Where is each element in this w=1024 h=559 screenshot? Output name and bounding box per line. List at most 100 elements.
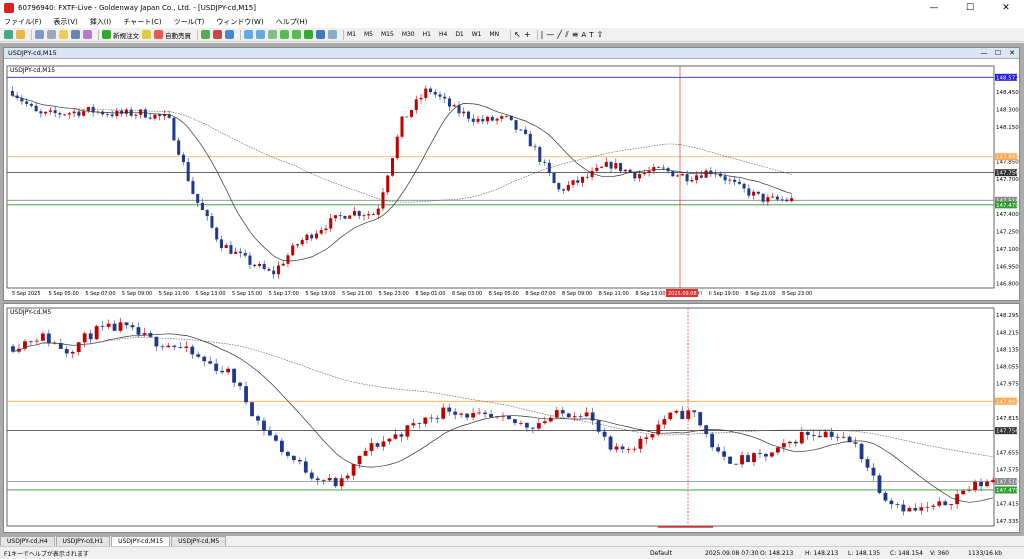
- label-tool[interactable]: T: [589, 31, 593, 39]
- time-axis-label: 8 Sep 05:00: [489, 291, 519, 297]
- terminal-button[interactable]: [71, 30, 80, 39]
- meta-editor-button[interactable]: [142, 30, 151, 39]
- chart-window-m5[interactable]: USDJPY-cd,M5 148.295 148.215 148.135 148.055…: [3, 303, 1020, 533]
- chart-shift-button[interactable]: [292, 30, 301, 39]
- candle-body: [674, 410, 679, 413]
- candle-body: [483, 412, 487, 415]
- zoom-in-button[interactable]: [244, 30, 253, 39]
- chart-window-m15[interactable]: USDJPY-cd,M15 — ☐ ✕ USDJPY-cd,M15 148.577…: [3, 47, 1020, 301]
- candle-body: [63, 114, 67, 116]
- candle-body: [205, 210, 209, 217]
- horizontal-line-tool[interactable]: —: [546, 30, 554, 39]
- menu-view[interactable]: 表示(V): [54, 17, 78, 27]
- candle-body: [560, 410, 565, 414]
- indicators-button[interactable]: [304, 30, 313, 39]
- price-axis-label: 148.295: [996, 313, 1019, 319]
- candle-body: [566, 413, 571, 418]
- navigator-button[interactable]: [59, 30, 68, 39]
- candle-body: [268, 430, 272, 436]
- crosshair-tool[interactable]: +: [524, 30, 531, 39]
- line-chart-button[interactable]: [225, 30, 234, 39]
- candle-body: [787, 441, 792, 444]
- timeframe-mn[interactable]: MN: [490, 31, 500, 38]
- auto-scroll-button[interactable]: [280, 30, 289, 39]
- templates-button[interactable]: [328, 30, 337, 39]
- timeframe-w1[interactable]: W1: [472, 31, 482, 38]
- timeframe-m1[interactable]: M1: [347, 31, 356, 38]
- data-window-button[interactable]: [47, 30, 56, 39]
- fibonacci-tool[interactable]: ≡: [572, 30, 579, 39]
- menu-tools[interactable]: ツール(T): [174, 17, 205, 27]
- price-axis-label: 147.815: [996, 416, 1019, 422]
- toolbar-separator: [31, 29, 32, 40]
- candle-body: [562, 189, 566, 191]
- candle-body: [433, 92, 437, 95]
- chart-close-button[interactable]: ✕: [1005, 49, 1019, 57]
- text-tool[interactable]: A: [581, 31, 586, 39]
- price-chart-m15[interactable]: USDJPY-cd,M15 148.577 148.450 148.300 148.15…: [4, 60, 1019, 300]
- candle-body: [590, 170, 594, 178]
- tab-m5[interactable]: USDJPY-cd,M5: [171, 536, 227, 546]
- timeframe-d1[interactable]: D1: [455, 31, 463, 38]
- new-order-button[interactable]: 新規注文: [102, 30, 139, 40]
- new-order-label: 新規注文: [113, 31, 139, 40]
- candle-body: [387, 438, 392, 442]
- menu-chart[interactable]: チャート(C): [123, 17, 161, 27]
- candle-body: [229, 245, 233, 254]
- chart-workspace: USDJPY-cd,M15 — ☐ ✕ USDJPY-cd,M15 148.577…: [0, 43, 1024, 536]
- market-watch-button[interactable]: [35, 30, 44, 39]
- chart-window-titlebar[interactable]: USDJPY-cd,M15 — ☐ ✕: [4, 48, 1019, 59]
- minimize-button[interactable]: —: [916, 0, 952, 16]
- candle-body: [257, 263, 261, 266]
- candle-body: [100, 326, 105, 327]
- timeframe-m15[interactable]: M15: [381, 31, 394, 38]
- tile-windows-button[interactable]: [268, 30, 277, 39]
- timeframe-m30[interactable]: M30: [402, 31, 415, 38]
- candle-body: [160, 346, 165, 348]
- auto-trade-button[interactable]: 自動売買: [154, 30, 191, 40]
- timeframe-m5[interactable]: M5: [364, 31, 373, 38]
- status-high: H: 148.213: [805, 549, 839, 557]
- candle-body: [70, 351, 75, 354]
- trendline-tool[interactable]: ╱: [557, 30, 562, 39]
- time-axis-label: 5 Sep 09:00: [122, 291, 152, 297]
- candle-body: [272, 270, 276, 275]
- candle-body: [680, 410, 685, 420]
- candle-body: [279, 440, 284, 452]
- candle-body: [310, 234, 314, 239]
- cursor-tool[interactable]: ↖: [514, 30, 521, 39]
- channel-tool[interactable]: ⫽: [565, 30, 569, 40]
- maximize-button[interactable]: ☐: [952, 0, 988, 16]
- candle-body: [118, 322, 123, 331]
- candle-body: [25, 101, 29, 104]
- timeframe-h1[interactable]: H1: [423, 31, 431, 38]
- close-button[interactable]: ✕: [988, 0, 1024, 16]
- tab-h4[interactable]: USDJPY-cd,H4: [0, 536, 55, 546]
- bar-chart-button[interactable]: [201, 30, 210, 39]
- chart-minimize-button[interactable]: —: [977, 49, 991, 57]
- candle-body: [267, 269, 271, 271]
- tester-button[interactable]: [83, 30, 92, 39]
- candle-body: [486, 116, 490, 122]
- candle-body: [685, 174, 689, 182]
- menu-window[interactable]: ウィンドウ(W): [216, 17, 263, 27]
- menu-insert[interactable]: 挿入(I): [90, 17, 112, 27]
- chart-maximize-button[interactable]: ☐: [991, 49, 1005, 57]
- menu-help[interactable]: ヘルプ(H): [276, 17, 308, 27]
- profiles-button[interactable]: [16, 30, 25, 39]
- tab-h1[interactable]: USDJPY-cd,H1: [55, 536, 111, 546]
- menu-file[interactable]: ファイル(F): [4, 17, 42, 27]
- price-chart-m5[interactable]: USDJPY-cd,M5 148.295 148.215 148.135 148.055…: [4, 304, 1019, 532]
- zoom-out-button[interactable]: [256, 30, 265, 39]
- price-level-tag-text: 147.756: [996, 429, 1019, 435]
- arrow-tool[interactable]: ⇧: [596, 30, 603, 39]
- candle-body: [661, 167, 665, 169]
- candle-chart-button[interactable]: [213, 30, 222, 39]
- periods-button[interactable]: [316, 30, 325, 39]
- vertical-line-tool[interactable]: |: [541, 30, 544, 39]
- timeframe-h4[interactable]: H4: [439, 31, 447, 38]
- new-chart-button[interactable]: [4, 30, 13, 39]
- tab-m15[interactable]: USDJPY-cd,M15: [111, 536, 171, 546]
- title-bar: 60796940: FXTF-Live - Goldenway Japan Co…: [0, 0, 1024, 16]
- price-axis-label: 147.415: [996, 502, 1019, 508]
